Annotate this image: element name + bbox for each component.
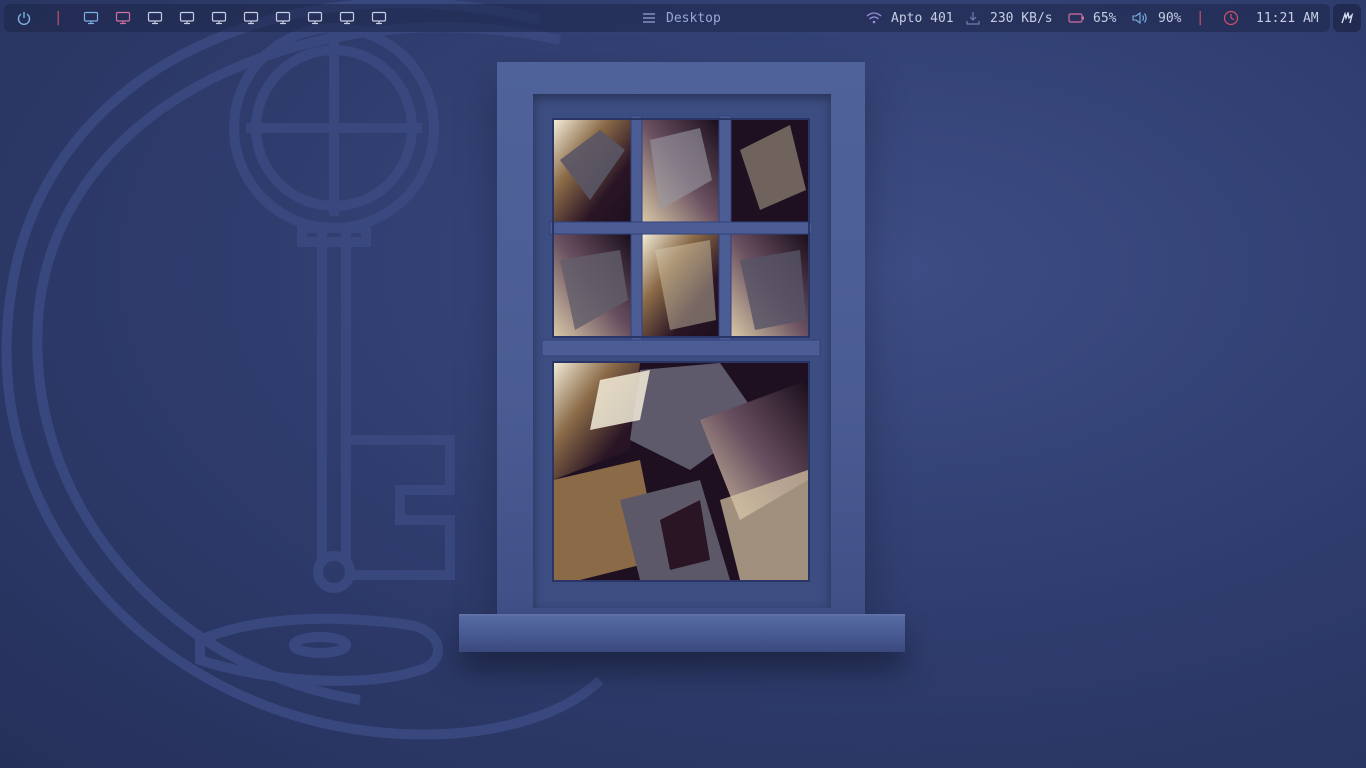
workspace-button[interactable] xyxy=(274,4,292,32)
flame-logo-icon xyxy=(1341,12,1354,24)
wifi-name: Apto 401 xyxy=(891,10,954,26)
workspace-button[interactable] xyxy=(114,4,132,32)
monitor-icon xyxy=(83,11,99,25)
power-icon xyxy=(17,12,31,25)
monitor-icon xyxy=(147,11,163,25)
title-text: Desktop xyxy=(666,10,721,26)
workspace-list xyxy=(82,4,402,32)
wifi-icon xyxy=(866,12,882,24)
window-title: Desktop xyxy=(642,4,721,32)
workspace-button[interactable] xyxy=(338,4,356,32)
monitor-icon xyxy=(371,11,387,25)
workspace-button[interactable] xyxy=(178,4,196,32)
workspace-button[interactable] xyxy=(146,4,164,32)
window-panes xyxy=(541,115,821,582)
clock-icon xyxy=(1223,10,1239,26)
workspace-button[interactable] xyxy=(210,4,228,32)
monitor-icon xyxy=(243,11,259,25)
menu-icon xyxy=(643,13,655,23)
speaker-icon xyxy=(1132,11,1147,25)
monitor-icon xyxy=(275,11,291,25)
workspace-button[interactable] xyxy=(370,4,388,32)
workspace-button[interactable] xyxy=(82,4,100,32)
battery-status: 65% xyxy=(1068,4,1116,32)
monitor-icon xyxy=(115,11,131,25)
separator: | xyxy=(54,10,63,26)
wifi-status[interactable]: Apto 401 xyxy=(866,4,954,32)
separator: | xyxy=(1196,10,1205,26)
window-sill xyxy=(459,616,905,652)
monitor-icon xyxy=(211,11,227,25)
power-button[interactable] xyxy=(16,4,32,32)
monitor-icon xyxy=(339,11,355,25)
monitor-icon xyxy=(307,11,323,25)
launcher-button[interactable] xyxy=(1333,4,1361,32)
volume-level: 90% xyxy=(1158,10,1182,26)
clock[interactable]: 11:21 AM xyxy=(1223,4,1319,32)
clock-time: 11:21 AM xyxy=(1256,10,1319,26)
top-bar: | Desktop Apto 401 230 KB/s 65% 90% | 11… xyxy=(4,4,1330,32)
workspace-button[interactable] xyxy=(306,4,324,32)
workspace-button[interactable] xyxy=(242,4,260,32)
volume-status[interactable]: 90% xyxy=(1132,4,1181,32)
download-icon xyxy=(966,12,980,25)
download-speed: 230 KB/s xyxy=(990,10,1053,26)
monitor-icon xyxy=(179,11,195,25)
network-speed: 230 KB/s xyxy=(966,4,1053,32)
pane-group-bottom xyxy=(553,363,808,580)
battery-level: 65% xyxy=(1093,10,1117,26)
battery-icon xyxy=(1068,13,1084,23)
